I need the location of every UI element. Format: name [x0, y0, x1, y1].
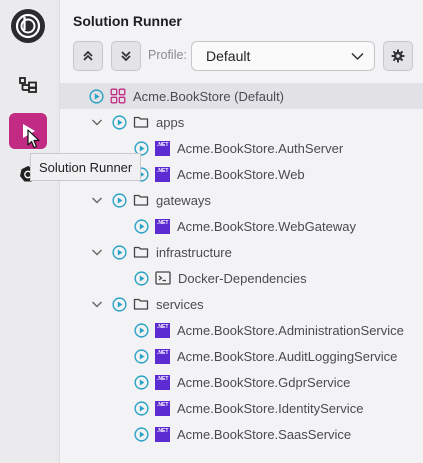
dotnet-icon: .NET — [155, 322, 170, 338]
play-circle-icon[interactable] — [112, 192, 127, 208]
dotnet-icon: .NET — [155, 426, 170, 442]
tree-item-project[interactable]: Docker-Dependencies — [60, 265, 423, 291]
tree-item-label: Acme.BookStore.AuditLoggingService — [177, 348, 398, 364]
tree-item-project[interactable]: .NET Acme.BookStore.IdentityService — [60, 395, 423, 421]
play-circle-icon[interactable] — [89, 88, 104, 104]
tree-item-label: Acme.BookStore.WebGateway — [177, 218, 356, 234]
solution-explorer-button[interactable] — [9, 67, 47, 103]
abp-logo-icon — [11, 9, 45, 43]
tree-item-label: apps — [156, 114, 185, 130]
tree-structure-icon — [19, 77, 37, 93]
tree-item-label: gateways — [156, 192, 211, 208]
tree-item-project[interactable]: .NET Acme.BookStore.GdprService — [60, 369, 423, 395]
dotnet-icon: .NET — [155, 374, 170, 390]
tree-item-label: Acme.BookStore.IdentityService — [177, 400, 364, 416]
expand-all-button[interactable] — [111, 41, 141, 71]
tree-item-label: Acme.BookStore.Web — [177, 166, 305, 182]
tree-item-folder[interactable]: apps — [60, 109, 423, 135]
play-circle-icon[interactable] — [134, 400, 149, 416]
dotnet-icon: .NET — [155, 166, 170, 182]
tree-item-project[interactable]: .NET Acme.BookStore.AuditLoggingService — [60, 343, 423, 369]
folder-icon — [133, 114, 149, 130]
apps-grid-icon — [110, 88, 126, 104]
tree-item-label: services — [156, 296, 204, 312]
activity-rail — [0, 0, 56, 463]
play-circle-icon[interactable] — [134, 348, 149, 364]
tree-item-label: Docker-Dependencies — [178, 270, 307, 286]
tree-item-project[interactable]: .NET Acme.BookStore.AdministrationService — [60, 317, 423, 343]
play-circle-icon[interactable] — [112, 244, 127, 260]
dotnet-icon: .NET — [155, 218, 170, 234]
tree-item-folder[interactable]: gateways — [60, 187, 423, 213]
panel-title: Solution Runner — [73, 13, 182, 29]
tree-item-label: Acme.BookStore.AuthServer — [177, 140, 344, 156]
dotnet-icon: .NET — [155, 348, 170, 364]
tree-item-label: Acme.BookStore (Default) — [133, 88, 285, 104]
play-circle-icon[interactable] — [112, 296, 127, 312]
chevron-down-icon[interactable] — [90, 193, 104, 207]
play-circle-icon[interactable] — [134, 322, 149, 338]
dotnet-icon: .NET — [155, 140, 170, 156]
tree-item-folder[interactable]: infrastructure — [60, 239, 423, 265]
chevron-down-icon[interactable] — [90, 245, 104, 259]
play-circle-icon[interactable] — [112, 114, 127, 130]
settings-button[interactable] — [383, 41, 413, 71]
dotnet-icon: .NET — [155, 400, 170, 416]
play-circle-icon[interactable] — [134, 426, 149, 442]
folder-icon — [133, 192, 149, 208]
play-circle-icon[interactable] — [134, 218, 149, 234]
tree-item-folder[interactable]: services — [60, 291, 423, 317]
mouse-cursor-icon — [27, 129, 40, 149]
double-chevron-up-icon — [83, 50, 93, 61]
tree-item-label: Acme.BookStore.AdministrationService — [177, 322, 404, 338]
profile-label: Profile: — [148, 48, 187, 62]
chevron-down-icon[interactable] — [90, 297, 104, 311]
tree-item-label: infrastructure — [156, 244, 232, 260]
profile-value: Default — [206, 48, 251, 64]
terminal-icon — [155, 270, 171, 286]
tree-item-project[interactable]: .NET Acme.BookStore.WebGateway — [60, 213, 423, 239]
gear-icon — [391, 49, 405, 63]
tree-item-label: Acme.BookStore.GdprService — [177, 374, 351, 390]
tree-item-project[interactable]: .NET Acme.BookStore.SaasService — [60, 421, 423, 447]
folder-icon — [133, 296, 149, 312]
tree-item-label: Acme.BookStore.SaasService — [177, 426, 352, 442]
tooltip: Solution Runner — [30, 153, 142, 181]
play-circle-icon[interactable] — [134, 270, 149, 286]
play-circle-icon[interactable] — [134, 374, 149, 390]
profile-select[interactable]: Default — [191, 41, 375, 71]
folder-icon — [133, 244, 149, 260]
chevron-down-icon — [351, 52, 364, 61]
tree-item-solution[interactable]: Acme.BookStore (Default) — [60, 83, 423, 109]
double-chevron-down-icon — [121, 51, 131, 62]
collapse-all-button[interactable] — [73, 41, 103, 71]
chevron-down-icon[interactable] — [90, 115, 104, 129]
solution-runner-panel: Solution Runner Profile: Default Acme.Bo… — [59, 0, 423, 463]
